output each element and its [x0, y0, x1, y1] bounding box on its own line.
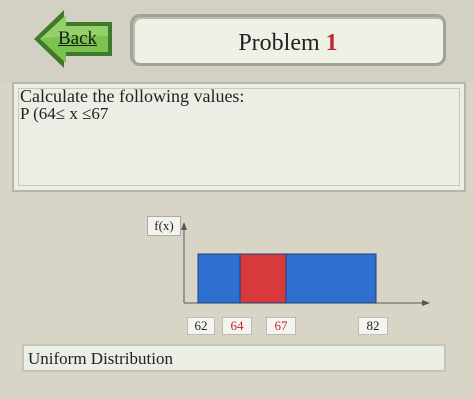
y-axis-arrow [181, 222, 187, 230]
distribution-label: Uniform Distribution [28, 349, 173, 368]
x-axis-arrow [422, 300, 430, 306]
uniform-distribution-chart [181, 222, 430, 306]
x-tick-label-64: 64 [222, 317, 252, 335]
bar-segment-64-67 [239, 253, 287, 304]
x-tick-label-67: 67 [266, 317, 296, 335]
bar-segment-62-64 [197, 253, 241, 304]
distribution-label-box: Uniform Distribution [22, 344, 446, 372]
bar-segment-67-82 [285, 253, 377, 304]
x-tick-label-82: 82 [358, 317, 388, 335]
x-tick-label-62: 62 [187, 317, 215, 335]
